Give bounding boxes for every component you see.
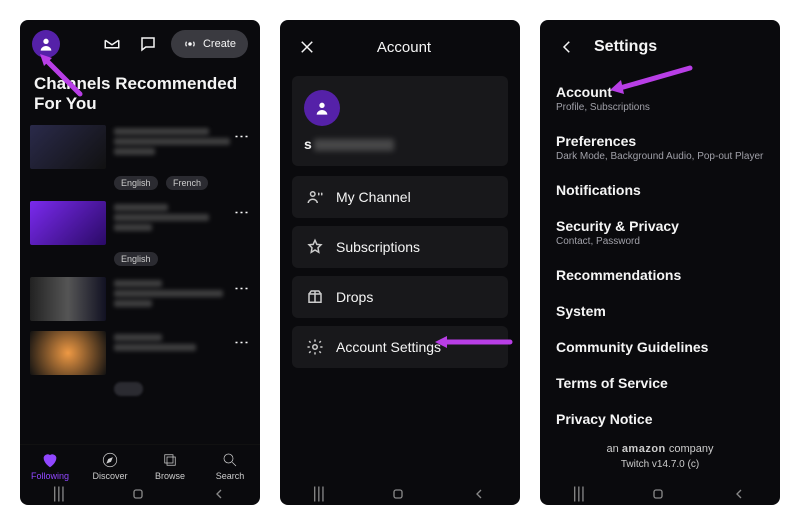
stream-thumbnail <box>30 125 106 169</box>
android-nav-bar: ||| <box>20 483 260 505</box>
recents-icon[interactable]: ||| <box>313 485 325 503</box>
settings-privacy[interactable]: Privacy Notice <box>556 401 764 437</box>
section-title: Channels Recommended For You <box>20 68 260 125</box>
create-button[interactable]: Create <box>171 30 248 58</box>
user-icon <box>314 100 330 116</box>
recents-icon[interactable]: ||| <box>573 485 585 503</box>
home-header: Create <box>20 20 260 68</box>
language-tag[interactable]: French <box>166 176 208 190</box>
settings-preferences[interactable]: Preferences Dark Mode, Background Audio,… <box>556 123 764 172</box>
nav-search[interactable]: Search <box>200 451 260 481</box>
card-text <box>114 331 250 375</box>
language-tag[interactable]: English <box>114 176 158 190</box>
settings-recommendations[interactable]: Recommendations <box>556 257 764 293</box>
channel-feed: ⋮ English French ⋮ English ⋮ <box>20 125 260 444</box>
profile-card[interactable]: s <box>292 76 508 166</box>
settings-footer: an amazon company Twitch v14.7.0 (c) <box>556 437 764 470</box>
menu-drops[interactable]: Drops <box>292 276 508 318</box>
bottom-nav: Following Discover Browse Search <box>20 444 260 483</box>
nav-following[interactable]: Following <box>20 451 80 481</box>
create-label: Create <box>203 38 236 50</box>
channel-card[interactable]: ⋮ <box>30 125 250 169</box>
channel-card[interactable]: ⋮ <box>30 331 250 375</box>
stream-thumbnail <box>30 277 106 321</box>
back-button[interactable] <box>554 34 580 60</box>
stream-thumbnail <box>30 201 106 245</box>
back-icon[interactable] <box>211 486 227 502</box>
account-title: Account <box>328 39 506 56</box>
channel-card[interactable]: ⋮ <box>30 201 250 245</box>
star-icon <box>306 238 324 256</box>
language-tag[interactable] <box>114 382 143 396</box>
android-nav-bar: ||| <box>280 483 520 505</box>
profile-avatar <box>304 90 340 126</box>
more-icon[interactable]: ⋮ <box>232 205 250 219</box>
card-text <box>114 277 250 321</box>
recents-icon[interactable]: ||| <box>53 485 65 503</box>
home-icon[interactable] <box>650 486 666 502</box>
drops-icon <box>306 288 324 306</box>
phone-home: Create Channels Recommended For You ⋮ En… <box>20 20 260 505</box>
profile-avatar[interactable] <box>32 30 60 58</box>
back-icon[interactable] <box>471 486 487 502</box>
home-icon[interactable] <box>390 486 406 502</box>
compass-icon <box>101 451 119 469</box>
nav-browse[interactable]: Browse <box>140 451 200 481</box>
settings-system[interactable]: System <box>556 293 764 329</box>
back-icon[interactable] <box>731 486 747 502</box>
phone-settings: Settings Account Profile, Subscriptions … <box>540 20 780 505</box>
settings-account[interactable]: Account Profile, Subscriptions <box>556 74 764 123</box>
search-icon <box>221 451 239 469</box>
account-header: Account <box>280 20 520 68</box>
settings-tos[interactable]: Terms of Service <box>556 365 764 401</box>
app-version: Twitch v14.7.0 (c) <box>556 459 764 470</box>
language-tag[interactable]: English <box>114 252 158 266</box>
account-menu: My Channel Subscriptions Drops Account S… <box>280 176 520 376</box>
more-icon[interactable]: ⋮ <box>232 129 250 143</box>
more-icon[interactable]: ⋮ <box>232 335 250 349</box>
settings-community[interactable]: Community Guidelines <box>556 329 764 365</box>
gear-icon <box>306 338 324 356</box>
broadcast-icon <box>183 37 197 51</box>
settings-list: Account Profile, Subscriptions Preferenc… <box>540 68 780 483</box>
three-phone-tutorial: Create Channels Recommended For You ⋮ En… <box>0 0 800 525</box>
card-text <box>114 125 250 169</box>
copy-icon <box>161 451 179 469</box>
whispers-icon[interactable] <box>135 31 161 57</box>
home-icon[interactable] <box>130 486 146 502</box>
channel-card[interactable]: ⋮ <box>30 277 250 321</box>
channel-icon <box>306 188 324 206</box>
nav-discover[interactable]: Discover <box>80 451 140 481</box>
settings-title: Settings <box>594 38 657 56</box>
android-nav-bar: ||| <box>540 483 780 505</box>
more-icon[interactable]: ⋮ <box>232 281 250 295</box>
stream-thumbnail <box>30 331 106 375</box>
settings-security[interactable]: Security & Privacy Contact, Password <box>556 208 764 257</box>
menu-my-channel[interactable]: My Channel <box>292 176 508 218</box>
phone-account: Account s My Channel Subscriptions Drops <box>280 20 520 505</box>
card-text <box>114 201 250 245</box>
menu-subscriptions[interactable]: Subscriptions <box>292 226 508 268</box>
user-icon <box>38 36 54 52</box>
username: s <box>304 136 496 152</box>
menu-account-settings[interactable]: Account Settings <box>292 326 508 368</box>
settings-header: Settings <box>540 20 780 68</box>
close-button[interactable] <box>294 34 320 60</box>
settings-notifications[interactable]: Notifications <box>556 172 764 208</box>
heart-icon <box>41 451 59 469</box>
inbox-icon[interactable] <box>99 31 125 57</box>
